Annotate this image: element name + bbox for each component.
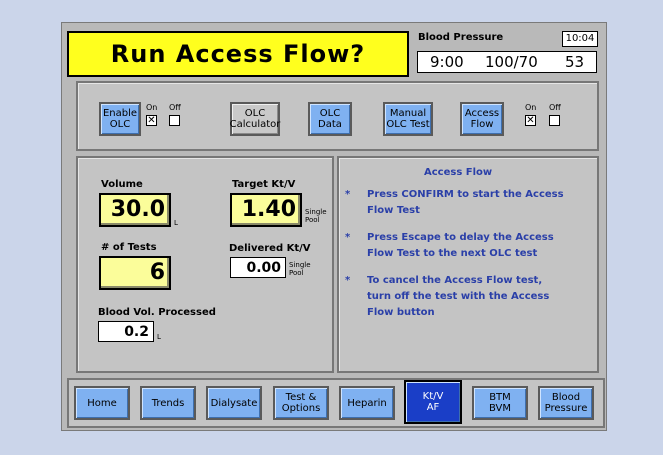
olc-data-button[interactable]: OLC Data [308,102,352,136]
af-off-label: Off [549,103,561,112]
delivered-ktv-value: 0.00 [230,257,286,278]
af-on-checkbox[interactable]: ✕ [525,115,536,126]
volume-unit: L [174,219,178,227]
info-item-confirm: * Press CONFIRM to start the Access Flow … [345,189,564,216]
nav-btm-bvm-button[interactable]: BTM BVM [472,386,528,420]
nav-dialysate-button[interactable]: Dialysate [206,386,262,420]
page-title: Run Access Flow? [67,31,409,77]
tests-label: # of Tests [101,242,157,253]
info-item-cancel: * To cancel the Access Flow test, turn of… [345,275,550,318]
delivered-ktv-label: Delivered Kt/V [229,243,311,254]
af-on-label: On [525,103,537,112]
af-off-checkbox[interactable] [549,115,560,126]
clock: 10:04 [562,31,598,47]
bp-time: 9:00 [430,53,464,71]
nav-test-options-button[interactable]: Test & Options [273,386,329,420]
bp-label: Blood Pressure [418,32,504,43]
blood-volume-processed-label: Blood Vol. Processed [98,307,216,318]
volume-label: Volume [101,179,143,190]
tests-value[interactable]: 6 [99,256,171,290]
olc-calculator-button[interactable]: OLC Calculator [230,102,280,136]
manual-olc-test-button[interactable]: Manual OLC Test [383,102,433,136]
nav-trends-button[interactable]: Trends [140,386,196,420]
target-ktv-label: Target Kt/V [232,179,296,190]
volume-value[interactable]: 30.0 [99,193,171,227]
bp-value: 100/70 [485,53,538,71]
olc-on-label: On [146,103,158,112]
info-title: Access Flow [424,167,493,178]
olc-on-checkbox[interactable]: ✕ [146,115,157,126]
nav-home-button[interactable]: Home [74,386,130,420]
delivered-ktv-unit: Single Pool [289,261,311,277]
blood-volume-processed-value: 0.2 [98,321,154,342]
machine-screen: Run Access Flow? Blood Pressure 10:04 9:… [61,22,607,431]
bullet-icon: * [345,189,351,200]
bp-pulse: 53 [565,53,585,71]
enable-olc-button[interactable]: Enable OLC [99,102,141,136]
olc-off-checkbox[interactable] [169,115,180,126]
nav-blood-pressure-button[interactable]: Blood Pressure [538,386,594,420]
info-item-escape: * Press Escape to delay the Access Flow T… [345,232,554,259]
access-flow-button[interactable]: Access Flow [460,102,504,136]
blood-volume-processed-unit: L [157,333,161,341]
bullet-icon: * [345,232,351,243]
target-ktv-value[interactable]: 1.40 [230,193,302,227]
target-ktv-unit: Single Pool [305,208,327,224]
bp-readout: 9:00 100/70 53 [417,51,597,73]
nav-ktv-af-button[interactable]: Kt/V AF [404,380,462,424]
bullet-icon: * [345,275,351,286]
olc-off-label: Off [169,103,181,112]
nav-heparin-button[interactable]: Heparin [339,386,395,420]
